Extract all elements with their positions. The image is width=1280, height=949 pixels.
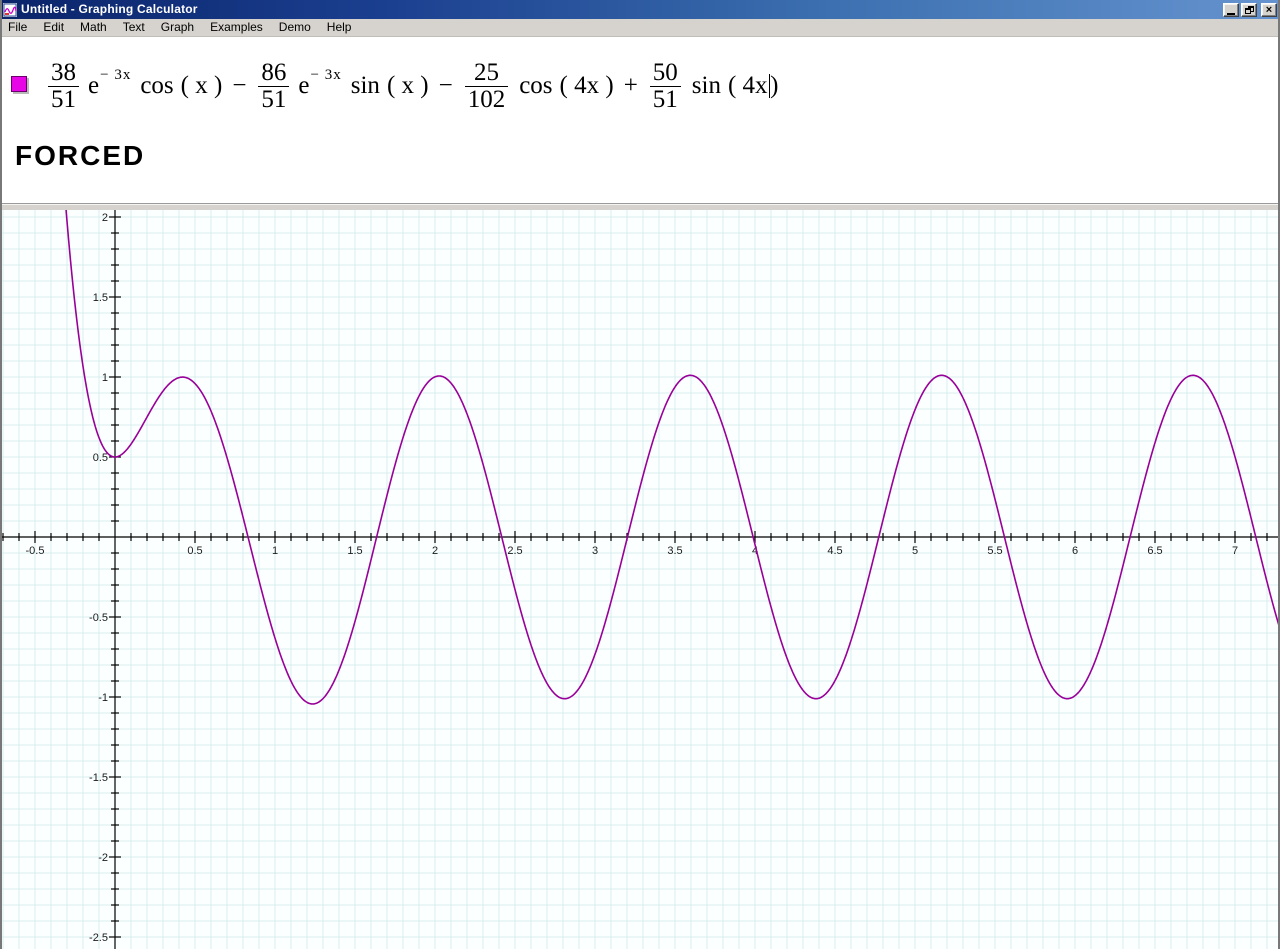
window-title: Untitled - Graphing Calculator — [21, 2, 198, 16]
annotation-text[interactable]: FORCED — [15, 140, 145, 172]
equation-pane[interactable]: 38 51 e − 3x cos ( x ) − 86 51 e − 3x si… — [0, 37, 1280, 203]
menu-math[interactable]: Math — [72, 19, 115, 36]
title-bar[interactable]: Untitled - Graphing Calculator × — [0, 0, 1280, 19]
x-axis-label: 2 — [432, 545, 438, 557]
exp-base: e — [298, 72, 310, 99]
x-axis-label: 7 — [1232, 545, 1238, 557]
menu-edit[interactable]: Edit — [35, 19, 72, 36]
function-arg: ( x ) — [386, 72, 429, 99]
menu-file[interactable]: File — [0, 19, 35, 36]
fraction: 25 102 — [464, 59, 509, 113]
y-axis-label: -0.5 — [89, 612, 108, 624]
fraction-denominator: 102 — [464, 85, 509, 113]
x-axis-label: 5.5 — [987, 545, 1002, 557]
exponent: − 3x — [310, 66, 342, 83]
equation-color-chip[interactable] — [11, 76, 27, 92]
fraction-denominator: 51 — [649, 85, 681, 113]
menu-demo[interactable]: Demo — [271, 19, 319, 36]
function-name: sin — [691, 72, 721, 99]
graph-pane: -0.5 0.5 1 1.5 2 2.5 3 3.5 4 4.5 5 5.5 6 6.5 7 2 1.5 1 0.5… — [0, 210, 1280, 949]
function-name: cos — [519, 72, 553, 99]
graph-canvas[interactable]: -0.5 0.5 1 1.5 2 2.5 3 3.5 4 4.5 5 5.5 6 6.5 721.510.5… — [0, 210, 1280, 949]
operator-plus: + — [623, 72, 638, 99]
close-icon: × — [1265, 3, 1273, 16]
fraction-numerator: 86 — [261, 59, 287, 86]
y-axis-label: -1.5 — [89, 772, 108, 784]
app-window: Untitled - Graphing Calculator × File Ed… — [0, 0, 1280, 949]
restore-icon — [1244, 6, 1254, 14]
x-axis-label: -0.5 — [26, 545, 45, 557]
x-axis-label: 6.5 — [1147, 545, 1162, 557]
graph-background — [0, 210, 1280, 949]
x-axis-label: 1 — [272, 545, 278, 557]
function-arg: ( 4x — [727, 72, 768, 99]
y-axis-label: 1.5 — [93, 292, 108, 304]
menu-examples[interactable]: Examples — [202, 19, 271, 36]
fraction: 50 51 — [649, 59, 681, 113]
y-axis-label: -2.5 — [89, 932, 108, 944]
operator-minus: − — [438, 72, 453, 99]
close-button[interactable]: × — [1261, 3, 1277, 17]
function-name: sin — [350, 72, 380, 99]
x-axis-label: 4.5 — [827, 545, 842, 557]
window-border-left — [0, 0, 2, 949]
fraction: 86 51 — [258, 59, 290, 113]
fraction-denominator: 51 — [48, 85, 79, 113]
y-axis-label: -2 — [98, 852, 108, 864]
fraction-numerator: 50 — [652, 59, 678, 86]
function-arg: ( 4x ) — [559, 72, 614, 99]
menu-help[interactable]: Help — [319, 19, 360, 36]
function-name: cos — [140, 72, 174, 99]
exp-base: e — [88, 72, 100, 99]
fraction-numerator: 25 — [473, 59, 499, 86]
fraction-denominator: 51 — [258, 85, 290, 113]
menu-graph[interactable]: Graph — [153, 19, 202, 36]
menu-bar: File Edit Math Text Graph Examples Demo … — [0, 19, 1280, 37]
menu-text[interactable]: Text — [115, 19, 153, 36]
x-axis-label: 1.5 — [347, 545, 362, 557]
operator-minus: − — [232, 72, 247, 99]
fraction: 38 51 — [48, 60, 79, 112]
y-axis-label: 1 — [102, 372, 108, 384]
minimize-button[interactable] — [1223, 3, 1239, 17]
x-axis-label: 6 — [1072, 545, 1078, 557]
function-arg: ( x ) — [180, 72, 223, 99]
x-axis-label: 2.5 — [507, 545, 522, 557]
app-icon[interactable] — [3, 2, 17, 17]
y-axis-label: 0.5 — [93, 452, 108, 464]
exponent: − 3x — [100, 66, 132, 83]
y-axis-label: 2 — [102, 212, 108, 224]
minimize-icon — [1227, 12, 1235, 15]
equation-formula[interactable]: 38 51 e − 3x cos ( x ) − 86 51 e − 3x si… — [46, 47, 778, 125]
window-controls: × — [1221, 3, 1277, 17]
fraction-numerator: 38 — [51, 59, 76, 86]
x-axis-label: 3 — [592, 545, 598, 557]
x-axis-label: 5 — [912, 545, 918, 557]
x-axis-label: 0.5 — [187, 545, 202, 557]
y-axis-label: -1 — [98, 692, 108, 704]
closing-paren: ) — [770, 72, 779, 99]
app-icon-red-key — [5, 12, 9, 15]
restore-button[interactable] — [1241, 3, 1257, 17]
x-axis-label: 3.5 — [667, 545, 682, 557]
